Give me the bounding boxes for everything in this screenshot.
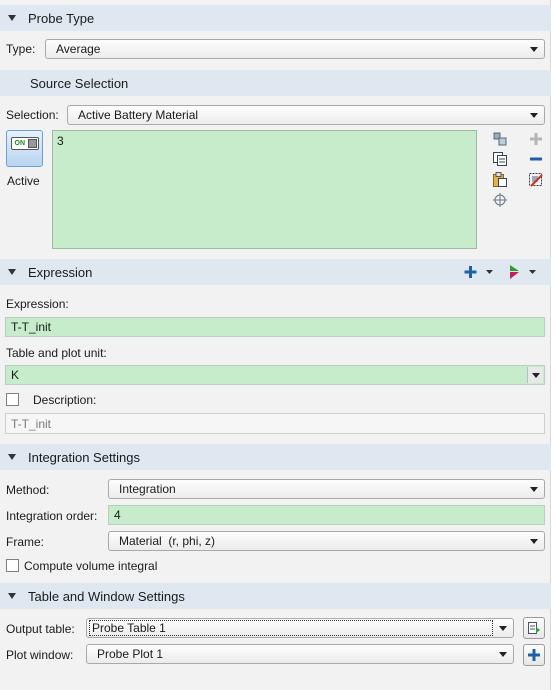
- selection-label: Selection:: [6, 108, 59, 122]
- collapse-icon[interactable]: [8, 454, 16, 460]
- selection-select[interactable]: Active Battery Material: [67, 105, 545, 125]
- add-plot-window-button[interactable]: [523, 644, 545, 666]
- output-table-value: Probe Table 1: [89, 620, 493, 636]
- description-label: Description:: [33, 393, 97, 407]
- selection-list[interactable]: 3: [52, 130, 477, 249]
- section-title: Expression: [28, 264, 93, 280]
- section-title: Source Selection: [30, 75, 129, 91]
- integration-order-label: Integration order:: [6, 509, 98, 523]
- table-settings-button[interactable]: [523, 617, 545, 639]
- method-label: Method:: [6, 483, 50, 497]
- add-icon: [528, 649, 540, 661]
- section-title: Integration Settings: [28, 449, 141, 465]
- frame-select-value: Material (r, phi, z): [119, 534, 216, 548]
- evaluate-icon[interactable]: [506, 264, 538, 280]
- type-select-value: Average: [56, 42, 101, 56]
- section-title: Probe Type: [28, 10, 95, 26]
- output-table-label: Output table:: [6, 622, 75, 636]
- section-integration-settings[interactable]: Integration Settings: [0, 444, 551, 470]
- method-select-value: Integration: [119, 482, 176, 496]
- on-switch-icon: ON: [10, 137, 39, 150]
- chevron-down-icon: [527, 367, 543, 383]
- remove-icon[interactable]: [528, 151, 544, 167]
- chevron-down-icon: [499, 626, 507, 631]
- output-table-select[interactable]: Probe Table 1: [86, 618, 514, 638]
- add-icon[interactable]: [528, 131, 544, 147]
- expression-label: Expression:: [6, 297, 69, 311]
- description-input[interactable]: T-T_init: [5, 413, 545, 434]
- clear-selection-icon[interactable]: [527, 171, 545, 188]
- unit-select-value: K: [11, 368, 20, 382]
- method-select[interactable]: Integration: [108, 479, 545, 499]
- list-item[interactable]: 3: [57, 134, 64, 148]
- section-source-selection: Source Selection: [0, 70, 551, 96]
- unit-select[interactable]: K: [5, 365, 545, 385]
- section-title: Table and Window Settings: [28, 588, 185, 604]
- chevron-down-icon: [530, 47, 538, 52]
- zoom-to-selection-icon[interactable]: [491, 131, 509, 147]
- settings-panel: Probe Type Type: Average Source Selectio…: [0, 0, 551, 690]
- plot-window-value: Probe Plot 1: [97, 647, 164, 661]
- paste-icon[interactable]: [491, 171, 509, 188]
- zoom-icon[interactable]: [491, 191, 509, 208]
- table-icon: [528, 622, 540, 634]
- plot-window-select[interactable]: Probe Plot 1: [86, 644, 514, 664]
- copy-icon[interactable]: [491, 151, 509, 167]
- type-label: Type:: [6, 42, 36, 56]
- compute-volume-checkbox[interactable]: [6, 559, 19, 572]
- insert-expression-button[interactable]: [464, 264, 494, 280]
- active-toggle-button[interactable]: ON: [6, 130, 43, 167]
- chevron-down-icon: [499, 652, 507, 657]
- unit-label: Table and plot unit:: [6, 346, 107, 360]
- active-label: Active: [7, 174, 40, 188]
- plot-window-label: Plot window:: [6, 648, 74, 662]
- collapse-icon[interactable]: [8, 269, 16, 275]
- compute-volume-label: Compute volume integral: [24, 559, 158, 573]
- chevron-down-icon: [530, 113, 538, 118]
- chevron-down-icon: [530, 539, 538, 544]
- expression-input[interactable]: T-T_init: [5, 317, 545, 337]
- selection-select-value: Active Battery Material: [78, 108, 199, 122]
- section-probe-type[interactable]: Probe Type: [0, 5, 551, 31]
- collapse-icon[interactable]: [8, 15, 16, 21]
- description-checkbox[interactable]: [6, 393, 19, 406]
- type-select[interactable]: Average: [45, 39, 545, 59]
- section-table-window-settings[interactable]: Table and Window Settings: [0, 583, 551, 609]
- integration-order-input[interactable]: 4: [108, 505, 545, 525]
- chevron-down-icon: [530, 487, 538, 492]
- frame-select[interactable]: Material (r, phi, z): [108, 531, 545, 551]
- collapse-icon[interactable]: [8, 593, 16, 599]
- frame-label: Frame:: [6, 535, 45, 549]
